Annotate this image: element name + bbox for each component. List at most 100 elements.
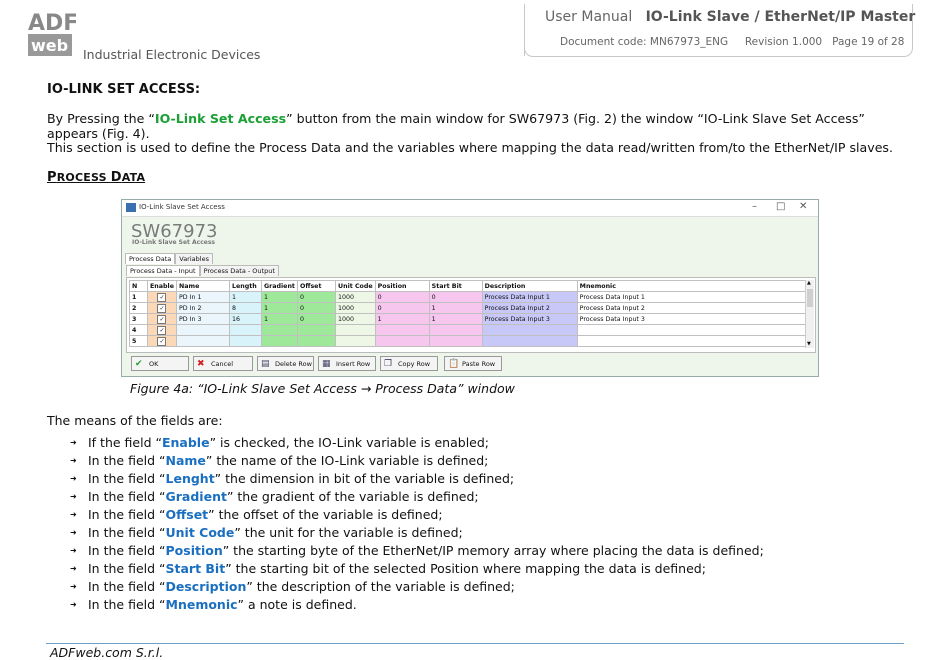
scroll-down-icon[interactable]: ▼: [807, 341, 811, 347]
cell-position[interactable]: [374, 335, 430, 347]
enable-checkbox[interactable]: ✓: [157, 303, 167, 313]
window-titlebar: IO-Link Slave Set Access – □ ✕: [122, 200, 818, 217]
cell-mnem[interactable]: Process Data Input 2: [576, 302, 806, 314]
app-subtitle: IO-Link Slave Set Access: [132, 239, 215, 246]
paste-row-button[interactable]: 📋 Paste Row: [444, 356, 502, 371]
cell-position[interactable]: 0: [374, 302, 430, 314]
cell-offset[interactable]: [296, 324, 336, 336]
document-header-box: User Manual IO-Link Slave / EtherNet/IP …: [524, 4, 915, 57]
cell-gradient[interactable]: [260, 335, 298, 347]
cell-position[interactable]: 1: [374, 313, 430, 325]
field-term: Description: [165, 579, 247, 594]
doc-revision: Revision 1.000: [744, 36, 823, 48]
cell-desc[interactable]: Process Data Input 1: [481, 291, 578, 303]
cell-name[interactable]: [175, 324, 230, 336]
cell-mnem[interactable]: Process Data Input 3: [576, 313, 806, 325]
cell-length[interactable]: 8: [228, 302, 262, 314]
cell-desc[interactable]: Process Data Input 2: [481, 302, 578, 314]
cell-gradient[interactable]: 1: [260, 313, 298, 325]
cell-enable[interactable]: ✓: [147, 313, 177, 325]
cell-enable[interactable]: ✓: [147, 335, 177, 347]
cell-desc[interactable]: [481, 335, 578, 347]
window-body: SW67973 IO-Link Slave Set Access Process…: [122, 217, 818, 376]
tab-variables[interactable]: Variables: [175, 253, 213, 264]
bullet-arrow-icon: ➜: [70, 474, 77, 483]
cell-length[interactable]: [228, 335, 262, 347]
bullet-arrow-icon: ➜: [70, 510, 77, 519]
scroll-thumb[interactable]: [807, 289, 813, 307]
scroll-up-icon[interactable]: ▲: [807, 280, 811, 286]
cell-enable[interactable]: ✓: [147, 291, 177, 303]
insert-row-button[interactable]: ▦ Insert Row: [318, 356, 376, 371]
cell-gradient[interactable]: 1: [260, 302, 298, 314]
cell-mnem[interactable]: [576, 335, 806, 347]
cancel-button[interactable]: ✖ Cancel: [193, 356, 253, 371]
cell-startbit[interactable]: 1: [428, 302, 483, 314]
col-header: Unit Code: [334, 280, 376, 292]
cell-n: 5: [129, 335, 148, 347]
cell-mnem[interactable]: Process Data Input 1: [576, 291, 806, 303]
table-row[interactable]: 1 ✓ PD In 1 1 1 0 1000 0 0 Process Data Input 1 Pr…: [129, 291, 806, 303]
ok-button[interactable]: ✔ OK: [131, 356, 189, 371]
cell-length[interactable]: [228, 324, 262, 336]
maximize-icon[interactable]: □: [776, 201, 785, 212]
table-row[interactable]: 3 ✓ PD In 3 16 1 0 1000 1 1 Process Data Input 3P…: [129, 313, 806, 325]
enable-checkbox[interactable]: ✓: [157, 314, 167, 324]
close-icon[interactable]: ✕: [799, 201, 807, 212]
table-row[interactable]: 4 ✓: [129, 324, 806, 336]
insert-row-icon: ▦: [322, 359, 331, 369]
tab-process-data-input[interactable]: Process Data - Input: [126, 265, 200, 276]
enable-checkbox[interactable]: ✓: [157, 336, 167, 346]
cell-startbit[interactable]: 0: [428, 291, 483, 303]
cell-desc[interactable]: [481, 324, 578, 336]
enable-checkbox[interactable]: ✓: [157, 292, 167, 302]
cell-unit[interactable]: 1000: [334, 313, 376, 325]
cell-unit[interactable]: [334, 335, 376, 347]
table-row[interactable]: 2 ✓ PD In 2 8 1 0 1000 0 1 Process Data Input 2 Pr…: [129, 302, 806, 314]
col-header: Length: [228, 280, 262, 292]
minimize-icon[interactable]: –: [752, 201, 757, 212]
cell-offset[interactable]: [296, 335, 336, 347]
doc-info: Document code: MN67973_ENG Revision 1.00…: [560, 36, 904, 48]
cell-length[interactable]: 16: [228, 313, 262, 325]
cell-position[interactable]: [374, 324, 430, 336]
cell-length[interactable]: 1: [228, 291, 262, 303]
cell-name[interactable]: PD In 3: [175, 313, 230, 325]
copy-row-button[interactable]: ❐ Copy Row: [380, 356, 438, 371]
delete-row-button[interactable]: ▤ Delete Row: [257, 356, 314, 371]
field-term: Position: [165, 543, 223, 558]
cell-desc[interactable]: Process Data Input 3: [481, 313, 578, 325]
cell-unit[interactable]: 1000: [334, 302, 376, 314]
field-description-item: ➜ In the field “Lenght” the dimension in …: [70, 471, 515, 486]
table-row[interactable]: 5 ✓: [129, 335, 806, 347]
cell-startbit[interactable]: [428, 335, 483, 347]
cell-gradient[interactable]: 1: [260, 291, 298, 303]
field-description-item: ➜ In the field “Gradient” the gradient of…: [70, 489, 479, 504]
cell-unit[interactable]: 1000: [334, 291, 376, 303]
cell-offset[interactable]: 0: [296, 291, 336, 303]
cell-name[interactable]: [175, 335, 230, 347]
field-term: Unit Code: [165, 525, 235, 540]
cell-enable[interactable]: ✓: [147, 302, 177, 314]
col-header: Name: [175, 280, 230, 292]
enable-checkbox[interactable]: ✓: [157, 325, 167, 335]
cell-position[interactable]: 0: [374, 291, 430, 303]
bullet-arrow-icon: ➜: [70, 546, 77, 555]
tab-process-data-output[interactable]: Process Data - Output: [199, 265, 279, 276]
cell-gradient[interactable]: [260, 324, 298, 336]
cell-enable[interactable]: ✓: [147, 324, 177, 336]
col-header: Gradient: [260, 280, 298, 292]
cell-startbit[interactable]: 1: [428, 313, 483, 325]
cell-name[interactable]: PD In 1: [175, 291, 230, 303]
cell-name[interactable]: PD In 2: [175, 302, 230, 314]
cell-offset[interactable]: 0: [296, 313, 336, 325]
cell-unit[interactable]: [334, 324, 376, 336]
cell-startbit[interactable]: [428, 324, 483, 336]
tab-process-data[interactable]: Process Data: [125, 253, 176, 264]
process-data-subheading: PROCESS DATA: [47, 170, 146, 185]
col-header: Description: [481, 280, 578, 292]
table-scrollbar[interactable]: ▲ ▼: [805, 280, 814, 348]
col-header: Offset: [296, 280, 336, 292]
cell-offset[interactable]: 0: [296, 302, 336, 314]
cell-mnem[interactable]: [576, 324, 806, 336]
